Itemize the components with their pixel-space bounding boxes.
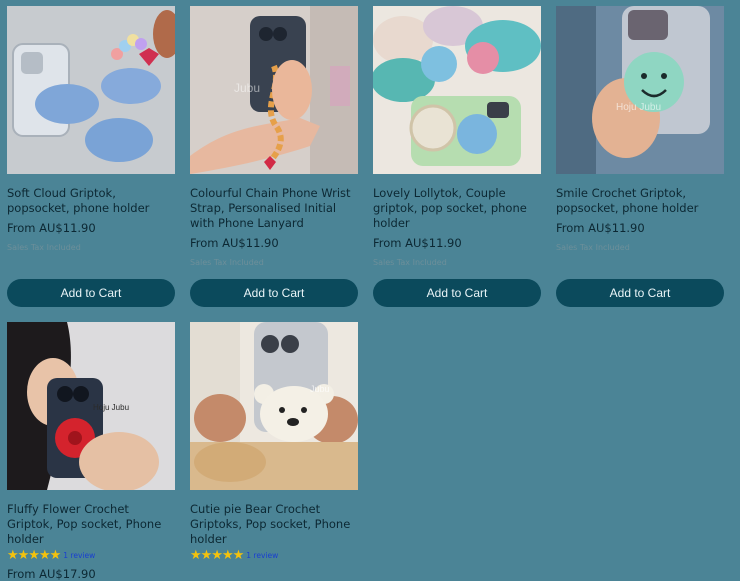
product-price: From AU$11.90 (7, 221, 96, 235)
product-price: From AU$17.90 (7, 567, 96, 581)
tax-note: Sales Tax Included (7, 243, 81, 252)
product-title[interactable]: Cutie pie Bear Crochet Griptoks, Pop soc… (190, 502, 358, 547)
product-title[interactable]: Fluffy Flower Crochet Griptok, Pop socke… (7, 502, 175, 547)
product-card: Hoju Jubu Smile Crochet Griptok, popsock… (556, 6, 724, 252)
tax-note: Sales Tax Included (190, 258, 264, 267)
product-card: Jubu Cutie pie Bear Crochet Griptoks, Po… (190, 322, 358, 562)
product-image[interactable]: Jubu (190, 6, 358, 174)
product-image[interactable]: Jubu (190, 322, 358, 490)
product-title[interactable]: Smile Crochet Griptok, popsocket, phone … (556, 186, 724, 216)
product-image[interactable] (373, 6, 541, 174)
product-price: From AU$11.90 (190, 236, 279, 250)
add-to-cart-button[interactable]: Add to Cart (7, 279, 175, 307)
tax-note: Sales Tax Included (373, 258, 447, 267)
product-photo (7, 6, 175, 174)
product-card: Soft Cloud Griptok, popsocket, phone hol… (7, 6, 175, 252)
product-title[interactable]: Soft Cloud Griptok, popsocket, phone hol… (7, 186, 175, 216)
star-icon: ★★★★★ (7, 548, 61, 563)
product-card: Lovely Lollytok, Couple griptok, pop soc… (373, 6, 541, 267)
watermark-text: Hoju Jubu (616, 102, 661, 113)
product-image[interactable] (7, 6, 175, 174)
product-photo: Jubu (190, 322, 358, 490)
rating-stars[interactable]: ★★★★★ 1 review (190, 549, 358, 562)
add-to-cart-button[interactable]: Add to Cart (556, 279, 724, 307)
review-count-link[interactable]: 1 review (246, 551, 278, 560)
watermark-text: Jubu (234, 81, 260, 95)
product-photo (373, 6, 541, 174)
star-icon: ★★★★★ (190, 548, 244, 563)
watermark-text: Hoju Jubu (93, 403, 129, 412)
product-photo: Hoju Jubu (7, 322, 175, 490)
product-card: Jubu Colourful Chain Phone Wrist Strap, … (190, 6, 358, 267)
add-to-cart-button[interactable]: Add to Cart (190, 279, 358, 307)
product-title[interactable]: Colourful Chain Phone Wrist Strap, Perso… (190, 186, 358, 231)
product-image[interactable]: Hoju Jubu (556, 6, 724, 174)
review-count-link[interactable]: 1 review (63, 551, 95, 560)
tax-note: Sales Tax Included (556, 243, 630, 252)
product-price: From AU$11.90 (373, 236, 462, 250)
watermark-text: Jubu (310, 384, 330, 394)
product-grid: Soft Cloud Griptok, popsocket, phone hol… (0, 0, 740, 581)
product-photo: Hoju Jubu (556, 6, 724, 174)
product-card: Hoju Jubu Fluffy Flower Crochet Griptok,… (7, 322, 175, 581)
add-to-cart-button[interactable]: Add to Cart (373, 279, 541, 307)
product-title[interactable]: Lovely Lollytok, Couple griptok, pop soc… (373, 186, 541, 231)
product-image[interactable]: Hoju Jubu (7, 322, 175, 490)
product-price: From AU$11.90 (556, 221, 645, 235)
product-photo: Jubu (190, 6, 358, 174)
rating-stars[interactable]: ★★★★★ 1 review (7, 549, 175, 562)
